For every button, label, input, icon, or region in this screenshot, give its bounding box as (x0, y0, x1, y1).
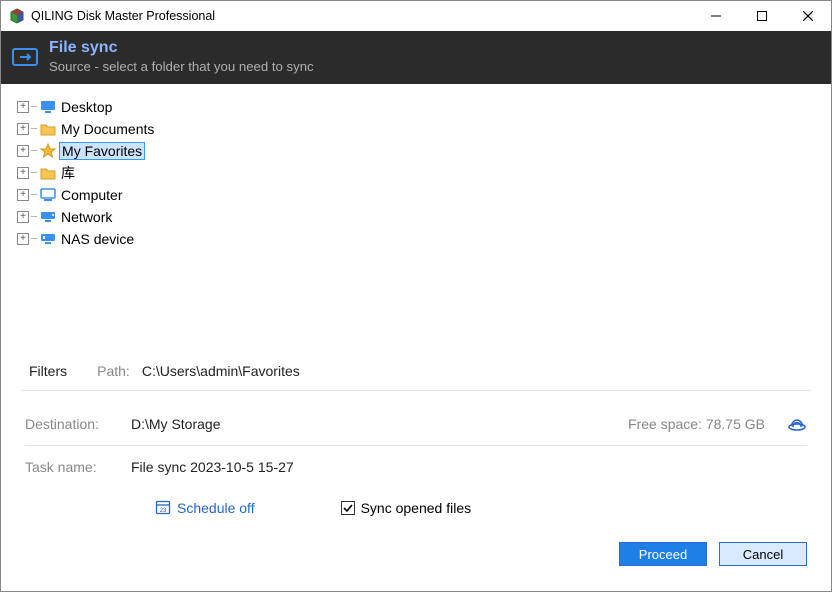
cancel-button[interactable]: Cancel (719, 542, 807, 566)
minimize-button[interactable] (693, 1, 739, 31)
sync-opened-files-label: Sync opened files (361, 500, 472, 516)
checkbox-icon (341, 501, 355, 515)
browse-destination-icon[interactable] (787, 415, 807, 434)
expand-icon[interactable]: + (17, 101, 29, 113)
path-value: C:\Users\admin\Favorites (142, 363, 300, 379)
tree-item-my-favorites[interactable]: +┄ My Favorites (17, 140, 815, 162)
expand-icon[interactable]: + (17, 123, 29, 135)
destination-label: Destination: (25, 416, 131, 432)
tree-item-computer[interactable]: +┄ Computer (17, 184, 815, 206)
tree-item-label: My Favorites (59, 142, 145, 160)
desktop-icon (39, 100, 57, 114)
dialog-buttons: Proceed Cancel (1, 528, 831, 566)
free-space: Free space: 78.75 GB (628, 416, 765, 432)
tree-item-network[interactable]: +┄ Network (17, 206, 815, 228)
star-icon (39, 143, 57, 159)
tree-item-label: 库 (61, 163, 75, 183)
schedule-toggle[interactable]: 23 Schedule off (155, 499, 255, 518)
tree-connector: ┄ (31, 124, 37, 135)
proceed-button[interactable]: Proceed (619, 542, 707, 566)
tree-item-label: Computer (61, 187, 122, 203)
destination-row: Destination: D:\My Storage Free space: 7… (25, 403, 807, 445)
tree-item-my-documents[interactable]: +┄ My Documents (17, 118, 815, 140)
folder-icon (39, 166, 57, 180)
nas-icon (39, 232, 57, 246)
header-subtitle: Source - select a folder that you need t… (49, 59, 314, 74)
path-row: Filters Path: C:\Users\admin\Favorites (1, 352, 831, 390)
folder-tree[interactable]: +┄Desktop+┄My Documents+┄My Favorites+┄库… (1, 84, 831, 352)
expand-icon[interactable]: + (17, 233, 29, 245)
tree-item-label: NAS device (61, 231, 134, 247)
expand-icon[interactable]: + (17, 167, 29, 179)
tree-item-label: Network (61, 209, 112, 225)
tree-item-nas-device[interactable]: +┄ NAS device (17, 228, 815, 250)
tree-item-库[interactable]: +┄ 库 (17, 162, 815, 184)
computer-icon (39, 188, 57, 202)
task-name-row: Task name: File sync 2023-10-5 15-27 (25, 446, 807, 488)
tree-connector: ┄ (31, 102, 37, 113)
expand-icon[interactable]: + (17, 145, 29, 157)
tree-item-label: Desktop (61, 99, 112, 115)
app-icon (9, 8, 25, 24)
tree-item-label: My Documents (61, 121, 154, 137)
expand-icon[interactable]: + (17, 189, 29, 201)
tree-connector: ┄ (31, 234, 37, 245)
window-title: QILING Disk Master Professional (31, 9, 215, 23)
folder-icon (39, 122, 57, 136)
schedule-label: Schedule off (177, 500, 255, 516)
tree-item-desktop[interactable]: +┄ Desktop (17, 96, 815, 118)
title-bar: QILING Disk Master Professional (1, 1, 831, 31)
task-name-label: Task name: (25, 459, 131, 475)
file-sync-icon (1, 45, 49, 69)
options-row: 23 Schedule off Sync opened files (25, 488, 807, 528)
maximize-button[interactable] (739, 1, 785, 31)
tree-connector: ┄ (31, 168, 37, 179)
tree-connector: ┄ (31, 190, 37, 201)
svg-text:23: 23 (160, 508, 167, 514)
sync-opened-files-checkbox[interactable]: Sync opened files (341, 500, 472, 516)
network-icon (39, 210, 57, 224)
header: File sync Source - select a folder that … (1, 31, 831, 84)
expand-icon[interactable]: + (17, 211, 29, 223)
filters-link[interactable]: Filters (29, 363, 67, 379)
calendar-icon: 23 (155, 499, 171, 518)
header-title: File sync (49, 39, 314, 57)
destination-value[interactable]: D:\My Storage (131, 416, 220, 432)
path-label: Path: (97, 363, 130, 379)
close-button[interactable] (785, 1, 831, 31)
task-name-value[interactable]: File sync 2023-10-5 15-27 (131, 459, 294, 475)
tree-connector: ┄ (31, 212, 37, 223)
tree-connector: ┄ (31, 146, 37, 157)
